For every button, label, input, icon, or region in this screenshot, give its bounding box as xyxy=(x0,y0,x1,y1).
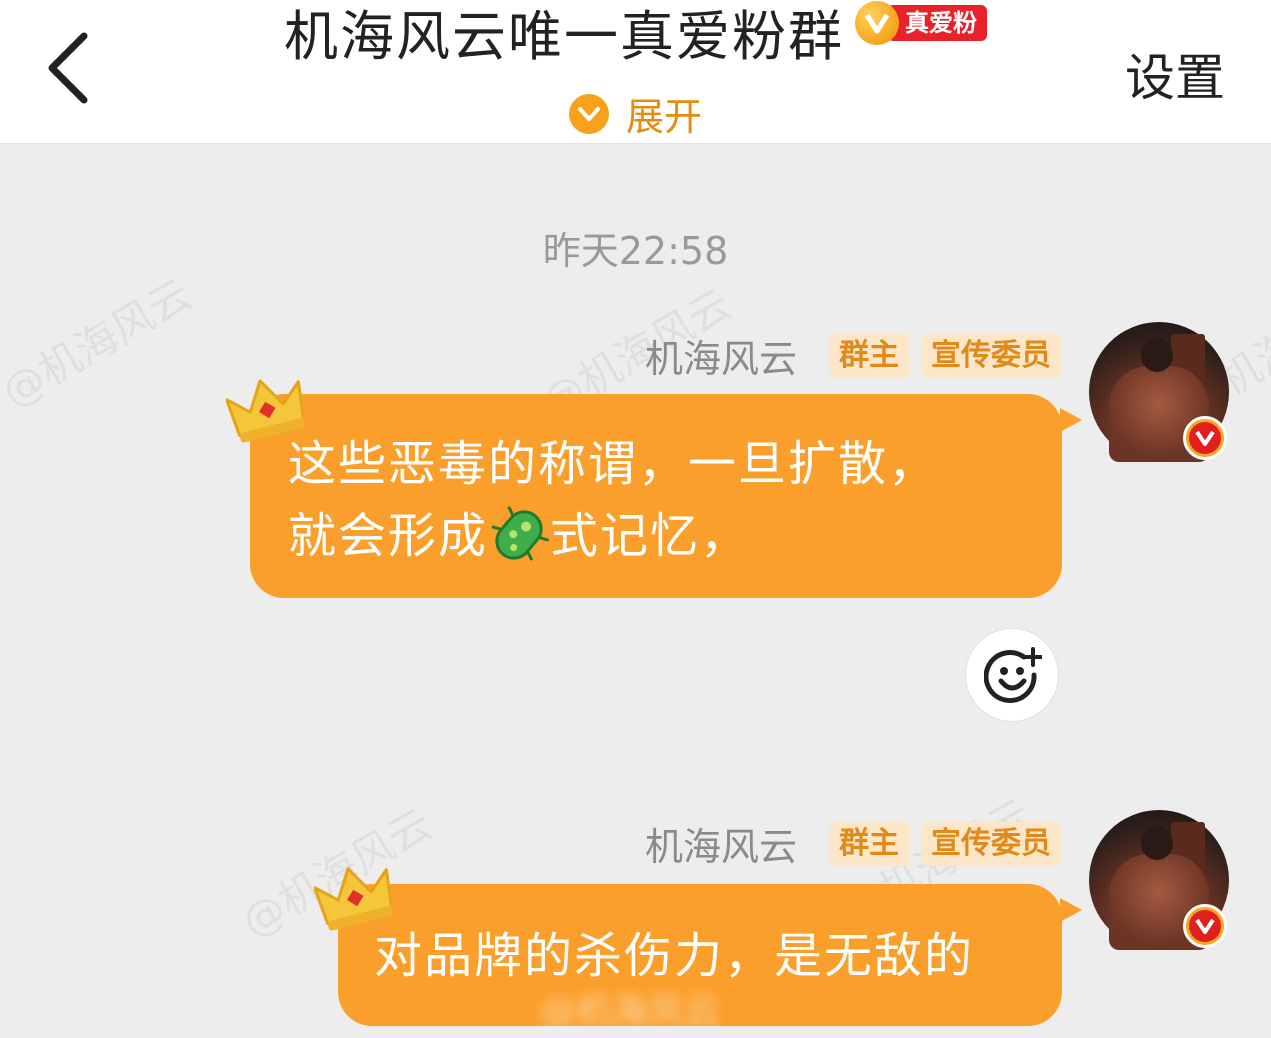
bubble-watermark: @机海风云 xyxy=(540,991,721,1032)
verified-v-icon xyxy=(1183,416,1227,460)
settings-button[interactable]: 设置 xyxy=(1125,38,1225,110)
bubble-tail xyxy=(1060,898,1082,922)
sender-info: 机海风云 群主 宣传委员 xyxy=(645,816,1061,871)
avatar[interactable] xyxy=(1089,322,1229,462)
crown-icon xyxy=(314,867,394,931)
message-text-line: 这些恶毒的称谓，一旦扩散， xyxy=(288,436,939,492)
sender-name: 机海风云 xyxy=(644,825,797,869)
message-timestamp: 昨天22:58 xyxy=(542,229,729,273)
role-tag-owner: 群主 xyxy=(829,333,909,378)
crown-icon xyxy=(226,379,306,443)
message-text-segment: 式记忆， xyxy=(550,508,751,564)
watermark: @机海风云 xyxy=(0,269,200,417)
smiley-plus-icon xyxy=(984,647,1042,703)
bubble-tail xyxy=(1060,408,1082,432)
verified-v-icon xyxy=(1183,904,1227,948)
avatar[interactable] xyxy=(1089,810,1229,950)
message-text-segment: 就会形成 xyxy=(288,508,489,564)
title-area: 机海风云唯一真爱粉群 真爱粉 xyxy=(0,1,1271,70)
group-title: 机海风云唯一真爱粉群 xyxy=(283,5,844,68)
expand-button[interactable]: 展开 xyxy=(0,86,1271,141)
expand-label: 展开 xyxy=(626,95,703,139)
true-fan-badge: 真爱粉 xyxy=(855,1,988,45)
v-coin-icon xyxy=(855,1,900,45)
role-tag-owner: 群主 xyxy=(829,821,909,866)
microbe-emoji-icon xyxy=(491,506,549,561)
chat-header: 机海风云唯一真爱粉群 真爱粉 展开 设置 xyxy=(0,0,1271,144)
true-fan-label: 真爱粉 xyxy=(887,5,988,41)
role-tag-publicity: 宣传委员 xyxy=(921,333,1061,378)
add-reaction-button[interactable] xyxy=(965,628,1059,722)
role-tag-publicity: 宣传委员 xyxy=(921,821,1061,866)
chevron-down-icon xyxy=(568,93,609,134)
sender-info: 机海风云 群主 宣传委员 xyxy=(645,328,1061,383)
message-text-line: 就会形成 式记忆， xyxy=(288,500,1062,572)
message-bubble[interactable]: 这些恶毒的称谓，一旦扩散， 就会形成 式记忆， xyxy=(250,394,1062,598)
sender-name: 机海风云 xyxy=(644,337,797,381)
